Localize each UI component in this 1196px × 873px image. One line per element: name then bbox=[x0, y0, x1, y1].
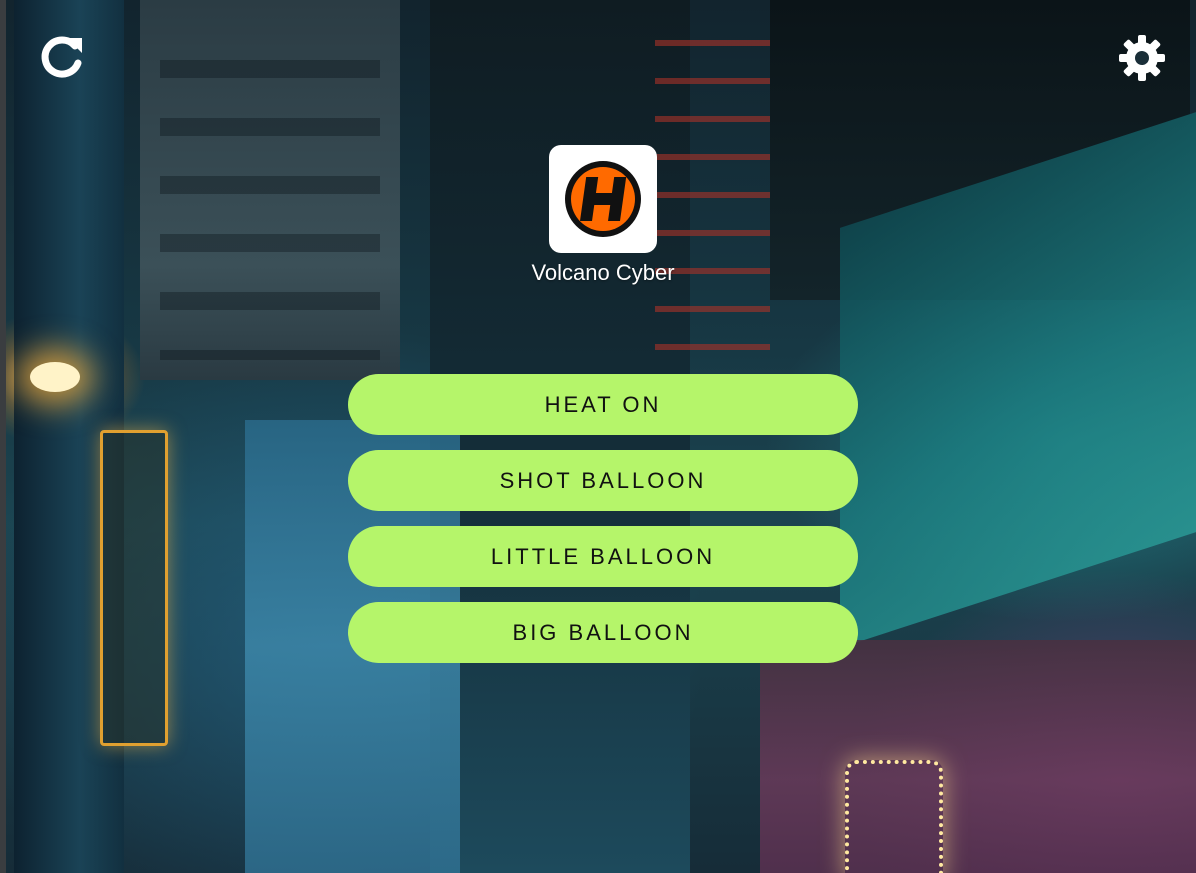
shot-balloon-button[interactable]: SHOT BALLOON bbox=[348, 450, 858, 511]
bg-building-windows bbox=[160, 20, 380, 360]
little-balloon-button[interactable]: LITTLE BALLOON bbox=[348, 526, 858, 587]
device-logo bbox=[549, 145, 657, 253]
bg-neon-sign-marquee bbox=[845, 760, 943, 873]
big-balloon-button[interactable]: BIG BALLOON bbox=[348, 602, 858, 663]
refresh-icon bbox=[41, 36, 82, 78]
refresh-button[interactable] bbox=[35, 32, 87, 84]
settings-button[interactable] bbox=[1116, 32, 1168, 84]
bg-street-lamp bbox=[30, 362, 80, 392]
volcano-logo-icon bbox=[565, 161, 641, 237]
gear-icon bbox=[1119, 35, 1165, 81]
bg-neon-sign-vertical bbox=[100, 430, 168, 746]
device-name: Volcano Cyber bbox=[531, 260, 675, 285]
window-frame-edge bbox=[0, 0, 6, 873]
heat-on-button[interactable]: HEAT ON bbox=[348, 374, 858, 435]
action-button-list: HEAT ON SHOT BALLOON LITTLE BALLOON BIG … bbox=[348, 374, 858, 678]
